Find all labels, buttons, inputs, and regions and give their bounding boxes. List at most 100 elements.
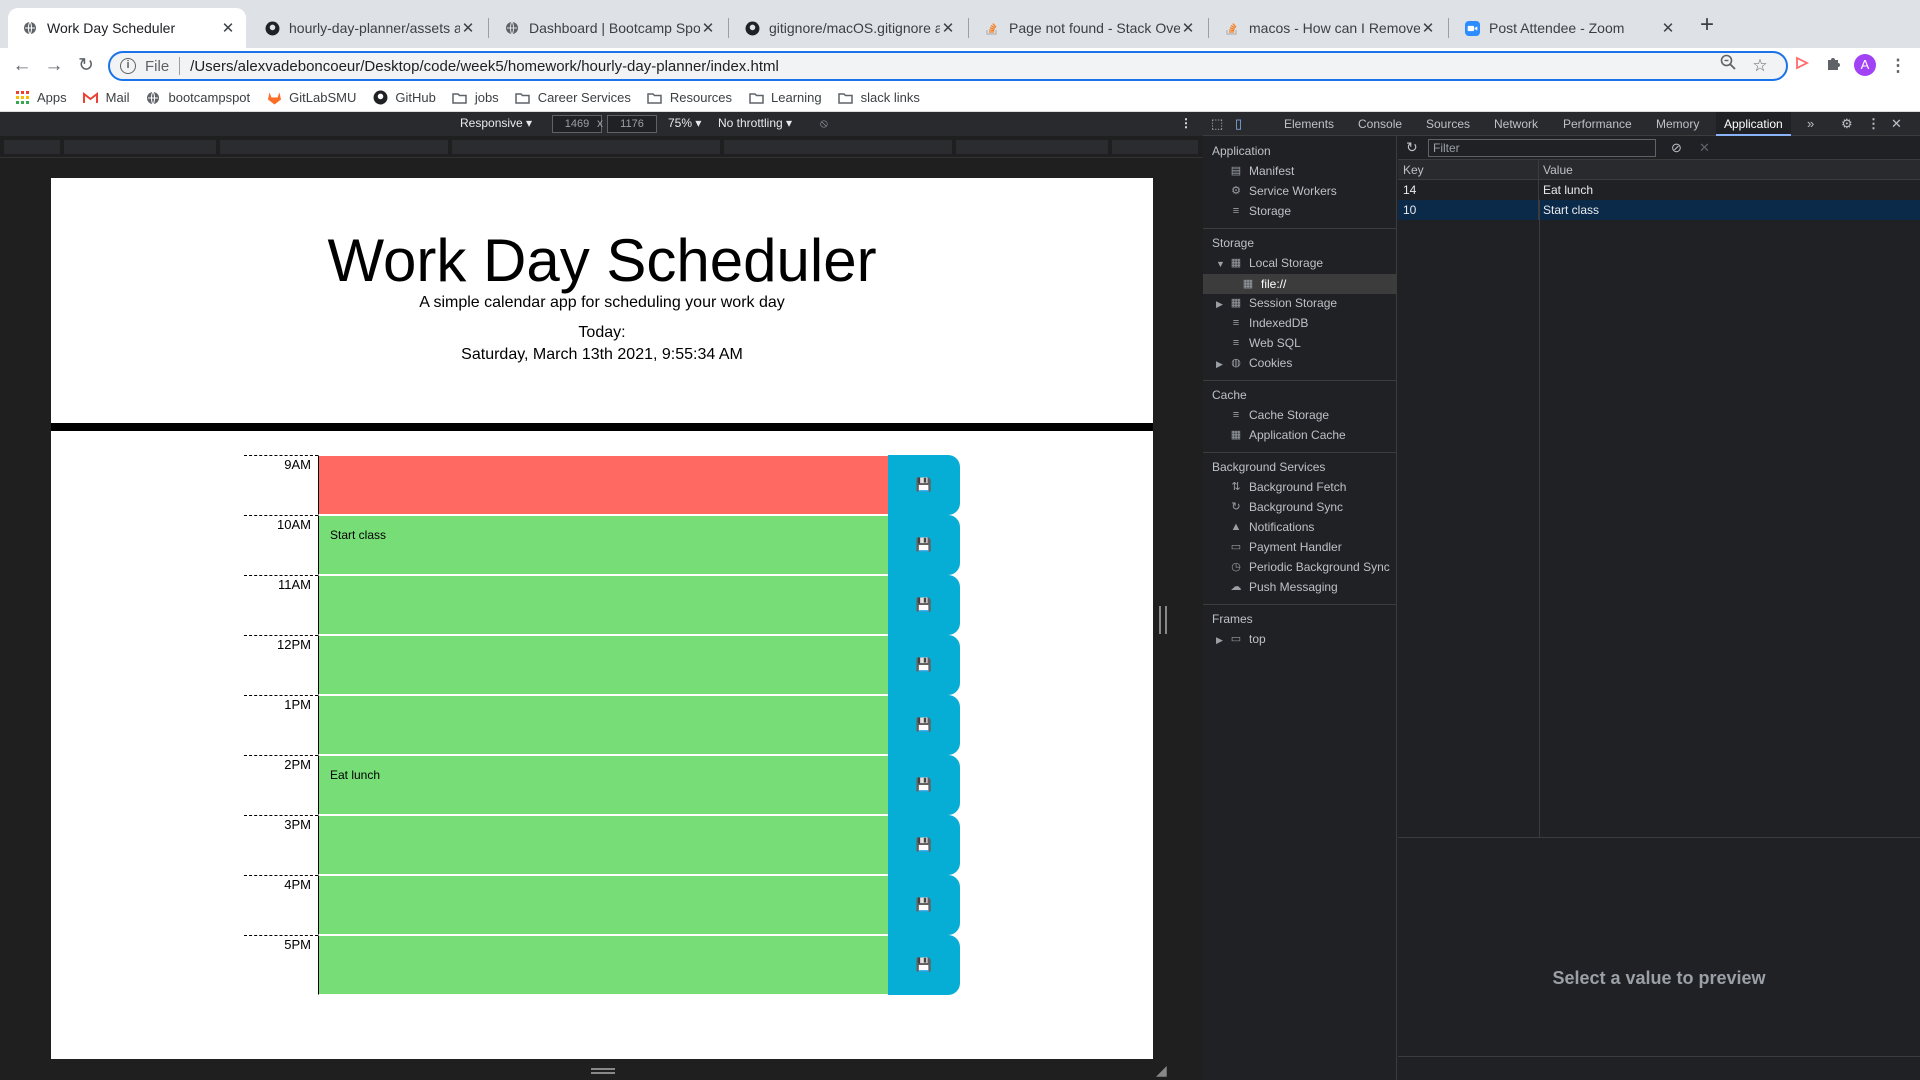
menu-kebab-icon[interactable]: ⋮ xyxy=(1886,54,1910,78)
save-button[interactable]: 💾 xyxy=(888,575,960,635)
sidebar-item-indexeddb[interactable]: ≡ IndexedDB xyxy=(1229,316,1309,330)
device-toggle-icon[interactable]: ▯ xyxy=(1235,116,1242,132)
sidebar-item-file-origin[interactable]: ▦ file:// xyxy=(1203,274,1397,294)
close-devtools-icon[interactable]: ✕ xyxy=(1891,116,1902,132)
viewport-height-input[interactable]: 1176 xyxy=(607,115,657,133)
viewport-resize-handle-corner[interactable]: ◢ xyxy=(1156,1062,1167,1079)
bookmark-folder-jobs[interactable]: jobs xyxy=(452,90,499,106)
close-tab-icon[interactable]: ✕ xyxy=(1660,19,1676,37)
save-button[interactable]: 💾 xyxy=(888,515,960,575)
inspect-element-icon[interactable]: ⬚ xyxy=(1211,116,1223,132)
close-tab-icon[interactable]: ✕ xyxy=(1420,19,1436,37)
tab-network[interactable]: Network xyxy=(1494,117,1538,131)
description-input[interactable] xyxy=(318,935,888,995)
close-tab-icon[interactable]: ✕ xyxy=(460,19,476,37)
sidebar-item-cookies[interactable]: ◍ Cookies xyxy=(1229,356,1292,370)
viewport-resize-handle-bottom[interactable] xyxy=(591,1068,615,1074)
devtools-menu-kebab-icon[interactable]: ⋮ xyxy=(1867,116,1880,132)
description-input[interactable] xyxy=(318,695,888,755)
collapsed-arrow-icon[interactable]: ▶ xyxy=(1216,299,1223,310)
bookmark-folder-learning[interactable]: Learning xyxy=(748,90,822,106)
clear-all-icon[interactable]: ⊘ xyxy=(1671,140,1682,156)
extensions-puzzle-icon[interactable] xyxy=(1822,54,1846,78)
address-bar[interactable]: i File /Users/alexvadeboncoeur/Desktop/c… xyxy=(108,51,1788,81)
description-input[interactable] xyxy=(318,455,888,515)
close-tab-icon[interactable]: ✕ xyxy=(1180,19,1196,37)
bookmark-mail[interactable]: Mail xyxy=(83,90,129,106)
description-input[interactable]: Eat lunch xyxy=(318,755,888,815)
close-tab-icon[interactable]: ✕ xyxy=(700,19,716,37)
bookmark-github[interactable]: GitHub xyxy=(372,90,436,106)
device-options-kebab-icon[interactable]: ⋮ xyxy=(1180,116,1192,130)
back-arrow-icon[interactable]: ← xyxy=(8,52,36,80)
refresh-icon[interactable]: ↻ xyxy=(1406,139,1418,156)
tab-elements[interactable]: Elements xyxy=(1284,117,1334,131)
collapsed-arrow-icon[interactable]: ▶ xyxy=(1216,635,1223,646)
sidebar-item-periodic-background-sync[interactable]: ◷ Periodic Background Sync xyxy=(1229,560,1390,574)
sidebar-item-payment-handler[interactable]: ▭ Payment Handler xyxy=(1229,540,1342,554)
sidebar-item-service-workers[interactable]: ⚙ Service Workers xyxy=(1229,184,1337,198)
tab-macos-ds-store[interactable]: macos - How can I Remove .DS ✕ xyxy=(1210,8,1446,48)
close-tab-icon[interactable]: ✕ xyxy=(940,19,956,37)
save-button[interactable]: 💾 xyxy=(888,455,960,515)
sidebar-item-storage[interactable]: ≡ Storage xyxy=(1229,204,1291,218)
rotate-disabled-icon[interactable]: ⦸ xyxy=(820,116,828,131)
bookmark-folder-slack-links[interactable]: slack links xyxy=(838,90,920,106)
tab-work-day-scheduler[interactable]: Work Day Scheduler ✕ xyxy=(8,8,246,48)
tab-bootcamp-dashboard[interactable]: Dashboard | Bootcamp Spot ✕ xyxy=(490,8,726,48)
save-button[interactable]: 💾 xyxy=(888,635,960,695)
bookmark-bootcampspot[interactable]: bootcampspot xyxy=(145,90,250,106)
sidebar-item-local-storage[interactable]: ▦ Local Storage xyxy=(1229,256,1323,270)
sidebar-item-manifest[interactable]: ▤ Manifest xyxy=(1229,164,1295,178)
sidebar-item-background-sync[interactable]: ↻ Background Sync xyxy=(1229,500,1343,514)
viewport-resize-handle-right[interactable] xyxy=(1159,606,1167,634)
expanded-arrow-icon[interactable]: ▼ xyxy=(1216,259,1225,269)
tab-stackoverflow-not-found[interactable]: Page not found - Stack Overflo ✕ xyxy=(970,8,1206,48)
tab-sources[interactable]: Sources xyxy=(1426,117,1470,131)
zoom-select[interactable]: 75% ▾ xyxy=(668,116,701,130)
description-input[interactable] xyxy=(318,635,888,695)
sidebar-item-frame-top[interactable]: ▭ top xyxy=(1229,632,1266,646)
save-button[interactable]: 💾 xyxy=(888,875,960,935)
description-input[interactable] xyxy=(318,575,888,635)
new-tab-button[interactable]: + xyxy=(1693,12,1721,40)
bookmark-star-icon[interactable]: ☆ xyxy=(1748,54,1772,78)
forward-arrow-icon[interactable]: → xyxy=(40,52,68,80)
close-tab-icon[interactable]: ✕ xyxy=(220,19,236,37)
save-button[interactable]: 💾 xyxy=(888,935,960,995)
info-icon[interactable]: i xyxy=(120,58,136,74)
description-input[interactable] xyxy=(318,815,888,875)
device-mode-select[interactable]: Responsive ▾ xyxy=(460,116,532,130)
viewport-width-input[interactable]: 1469 xyxy=(552,115,602,133)
bookmark-folder-resources[interactable]: Resources xyxy=(647,90,732,106)
settings-gear-icon[interactable]: ⚙ xyxy=(1841,116,1853,132)
tab-hourly-day-planner-assets[interactable]: hourly-day-planner/assets at m ✕ xyxy=(250,8,486,48)
tab-console[interactable]: Console xyxy=(1358,117,1402,131)
bookmark-folder-career-services[interactable]: Career Services xyxy=(515,90,631,106)
collapsed-arrow-icon[interactable]: ▶ xyxy=(1216,359,1223,370)
tab-memory[interactable]: Memory xyxy=(1656,117,1699,131)
table-row[interactable]: 10 Start class xyxy=(1398,200,1920,220)
tab-performance[interactable]: Performance xyxy=(1563,117,1632,131)
filter-input[interactable]: Filter xyxy=(1428,139,1656,157)
tab-zoom-post-attendee[interactable]: Post Attendee - Zoom ✕ xyxy=(1450,8,1686,48)
reload-icon[interactable]: ↻ xyxy=(72,52,100,80)
extension-icon[interactable] xyxy=(1790,54,1814,78)
sidebar-item-cache-storage[interactable]: ≡ Cache Storage xyxy=(1229,408,1329,422)
save-button[interactable]: 💾 xyxy=(888,815,960,875)
sidebar-item-web-sql[interactable]: ≡ Web SQL xyxy=(1229,336,1301,350)
sidebar-item-notifications[interactable]: ▲ Notifications xyxy=(1229,520,1315,534)
throttling-select[interactable]: No throttling ▾ xyxy=(718,116,792,130)
column-header-value[interactable]: Value xyxy=(1539,160,1920,179)
save-button[interactable]: 💾 xyxy=(888,695,960,755)
description-input[interactable]: Start class xyxy=(318,515,888,575)
more-tabs-icon[interactable]: » xyxy=(1807,116,1814,131)
column-header-key[interactable]: Key xyxy=(1398,160,1539,179)
bookmark-apps[interactable]: Apps xyxy=(14,90,67,106)
tab-gitignore[interactable]: gitignore/macOS.gitignore at m ✕ xyxy=(730,8,966,48)
sidebar-item-background-fetch[interactable]: ⇅ Background Fetch xyxy=(1229,480,1346,494)
tab-application[interactable]: Application xyxy=(1716,112,1791,136)
address-url[interactable]: /Users/alexvadeboncoeur/Desktop/code/wee… xyxy=(190,58,779,75)
sidebar-item-application-cache[interactable]: ▦ Application Cache xyxy=(1229,428,1346,442)
save-button[interactable]: 💾 xyxy=(888,755,960,815)
